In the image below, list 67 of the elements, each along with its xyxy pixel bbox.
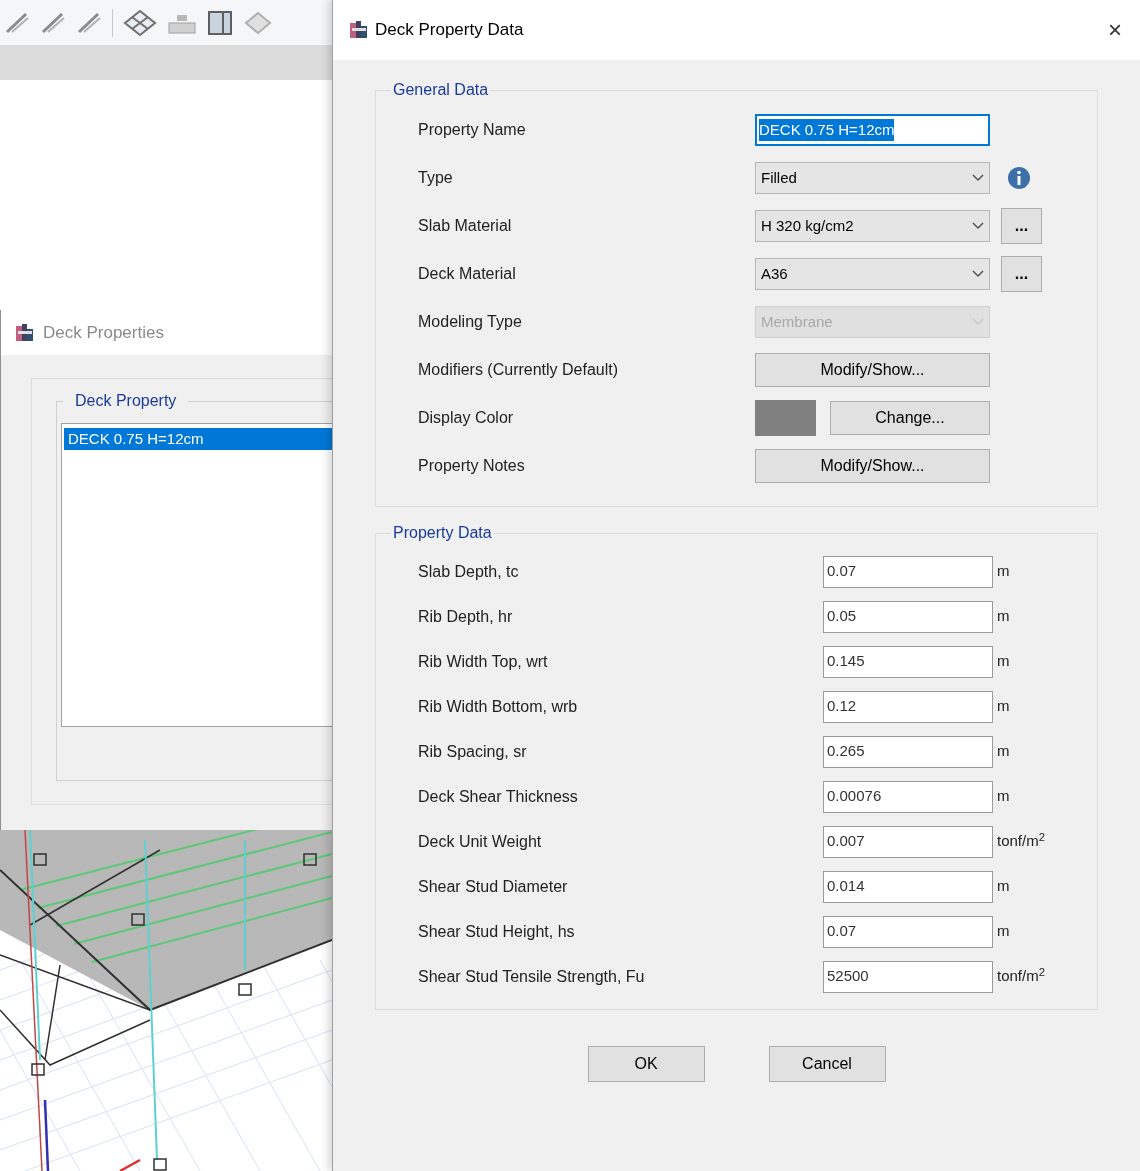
- field-label: Display Color: [418, 408, 515, 428]
- input-field[interactable]: 0.07: [823, 555, 993, 588]
- browse-button[interactable]: ...: [1001, 256, 1042, 292]
- unit-label: m: [997, 786, 1010, 807]
- input-field[interactable]: 0.265: [823, 735, 993, 768]
- input-field[interactable]: 0.014: [823, 870, 993, 903]
- field-label: Deck Shear Thickness: [418, 786, 579, 807]
- field-label: Shear Stud Tensile Strength, Fu: [418, 966, 646, 987]
- field-label: Shear Stud Diameter: [418, 876, 569, 897]
- group-title: General Data: [392, 80, 490, 100]
- field-label: Slab Material: [418, 216, 513, 236]
- chevron-down-icon: [972, 222, 984, 230]
- change-button[interactable]: Change...: [830, 401, 990, 435]
- field-label: Deck Material: [418, 264, 517, 284]
- field-label: Modeling Type: [418, 312, 523, 332]
- input-field[interactable]: 0.05: [823, 600, 993, 633]
- app-icon: [349, 20, 369, 40]
- unit-label: tonf/m$^{2}$: [997, 830, 1045, 852]
- unit-label: m: [997, 921, 1010, 942]
- field-label: Property Notes: [418, 456, 526, 476]
- field-label: Rib Spacing, sr: [418, 741, 528, 762]
- modify-show-button[interactable]: Modify/Show...: [755, 449, 990, 483]
- input-field[interactable]: 0.07: [823, 915, 993, 948]
- window-title: Deck Properties: [43, 321, 164, 344]
- field-label: Shear Stud Height, hs: [418, 921, 576, 942]
- field-label: Rib Width Bottom, wrb: [418, 696, 579, 717]
- modify-show-button[interactable]: Modify/Show...: [755, 353, 990, 387]
- field-label: Deck Unit Weight: [418, 831, 543, 852]
- input-field[interactable]: 0.145: [823, 645, 993, 678]
- color-swatch[interactable]: [755, 400, 816, 436]
- group-title: Deck Property: [74, 391, 178, 411]
- input-field[interactable]: 0.12: [823, 690, 993, 723]
- field-label: Modifiers (Currently Default): [418, 360, 620, 380]
- dialog-button[interactable]: OK: [587, 1046, 705, 1082]
- group-title: Property Data: [392, 523, 493, 543]
- unit-label: tonf/m$^{2}$: [997, 965, 1045, 987]
- dropdown[interactable]: H 320 kg/cm2: [755, 210, 990, 242]
- unit-label: m: [997, 606, 1010, 627]
- dialog-title: Deck Property Data: [375, 19, 525, 42]
- diamond-icon[interactable]: [243, 9, 273, 36]
- unit-label: m: [997, 696, 1010, 717]
- text-field[interactable]: DECK 0.75 H=12cm: [755, 114, 990, 146]
- browse-button[interactable]: ...: [1001, 208, 1042, 244]
- app-icon: [15, 322, 35, 343]
- dialog-button[interactable]: Cancel: [768, 1046, 886, 1082]
- dropdown[interactable]: Filled: [755, 162, 990, 194]
- field-label: Property Name: [418, 120, 527, 140]
- list-item[interactable]: DECK 0.75 H=12cm: [64, 428, 332, 450]
- field-label: Rib Width Top, wrt: [418, 651, 549, 672]
- square-icon[interactable]: [207, 9, 233, 36]
- chevron-down-icon: [972, 174, 984, 182]
- unit-label: m: [997, 651, 1010, 672]
- input-field[interactable]: 52500: [823, 960, 993, 993]
- input-field[interactable]: 0.00076: [823, 780, 993, 813]
- unit-label: m: [997, 741, 1010, 762]
- chevron-down-icon: [972, 270, 984, 278]
- unit-label: m: [997, 876, 1010, 897]
- dropdown[interactable]: A36: [755, 258, 990, 290]
- close-button[interactable]: ×: [1108, 18, 1122, 42]
- input-field[interactable]: 0.007: [823, 825, 993, 858]
- field-label: Slab Depth, tc: [418, 561, 520, 582]
- chevron-down-icon: [972, 318, 984, 326]
- diamond-grid-icon[interactable]: [123, 8, 157, 37]
- info-icon[interactable]: [1007, 166, 1031, 190]
- field-label: Rib Depth, hr: [418, 606, 514, 627]
- field-label: Type: [418, 168, 454, 188]
- unit-label: m: [997, 561, 1010, 582]
